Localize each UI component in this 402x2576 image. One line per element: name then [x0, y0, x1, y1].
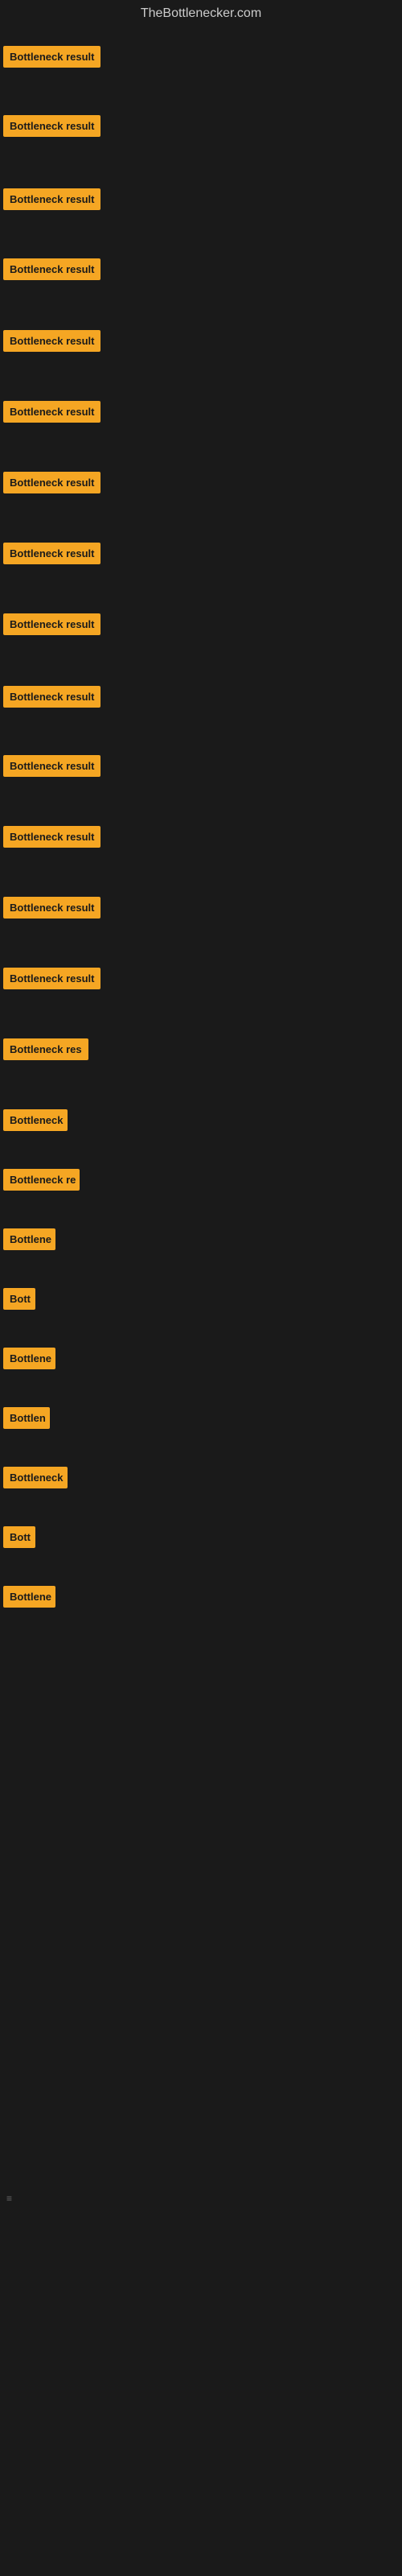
bottleneck-item: Bottleneck	[0, 1109, 402, 1135]
bottleneck-item: Bottlene	[0, 1228, 402, 1254]
bottleneck-badge[interactable]: Bottleneck result	[3, 543, 100, 564]
bottleneck-item: Bottlene	[0, 1348, 402, 1373]
bottleneck-badge[interactable]: Bott	[3, 1526, 35, 1548]
bottleneck-badge[interactable]: Bottleneck result	[3, 472, 100, 493]
bottleneck-item: Bottleneck result	[0, 897, 402, 923]
bottleneck-badge[interactable]: Bottleneck result	[3, 258, 100, 280]
bottleneck-badge[interactable]: Bottleneck result	[3, 968, 100, 989]
bottleneck-item: Bottleneck result	[0, 330, 402, 356]
bottleneck-badge[interactable]: Bottleneck result	[3, 826, 100, 848]
bottleneck-item: Bottlen	[0, 1407, 402, 1433]
bottleneck-badge[interactable]: Bottleneck result	[3, 401, 100, 423]
bottleneck-badge[interactable]: Bottlene	[3, 1228, 55, 1250]
bottleneck-badge[interactable]: Bottleneck result	[3, 46, 100, 68]
bottleneck-item: Bottleneck result	[0, 613, 402, 639]
bottleneck-item: Bottleneck result	[0, 686, 402, 712]
bottleneck-badge[interactable]: Bottleneck	[3, 1109, 68, 1131]
bottleneck-item: Bottleneck result	[0, 401, 402, 427]
bottleneck-badge[interactable]: Bottleneck result	[3, 188, 100, 210]
bottleneck-item: Bottleneck re	[0, 1169, 402, 1195]
bottleneck-badge[interactable]: Bottleneck	[3, 1467, 68, 1488]
bottleneck-badge[interactable]: Bottleneck result	[3, 613, 100, 635]
bottleneck-badge[interactable]: Bottleneck res	[3, 1038, 88, 1060]
bottleneck-item: Bottleneck	[0, 1467, 402, 1492]
bottleneck-badge[interactable]: Bottleneck result	[3, 755, 100, 777]
bottleneck-badge[interactable]: Bottleneck re	[3, 1169, 80, 1191]
bottleneck-item: Bottleneck result	[0, 46, 402, 72]
bottleneck-item: Bottleneck result	[0, 968, 402, 993]
bottleneck-item: Bottlene	[0, 1586, 402, 1612]
bottleneck-item: Bottleneck res	[0, 1038, 402, 1064]
bottleneck-badge[interactable]: Bottlene	[3, 1586, 55, 1608]
bottleneck-item: Bottleneck result	[0, 543, 402, 568]
site-title: TheBottlenecker.com	[141, 6, 261, 20]
bottleneck-item: Bott	[0, 1526, 402, 1552]
bottleneck-item: Bottleneck result	[0, 472, 402, 497]
bottleneck-badge[interactable]: Bottleneck result	[3, 897, 100, 919]
bottleneck-badge[interactable]: Bottleneck result	[3, 330, 100, 352]
bottleneck-item: Bottleneck result	[0, 755, 402, 781]
bottleneck-badge[interactable]: Bottlen	[3, 1407, 50, 1429]
bottleneck-badge[interactable]: Bott	[3, 1288, 35, 1310]
bottleneck-badge[interactable]: Bottleneck result	[3, 115, 100, 137]
bottleneck-item: Bottleneck result	[0, 826, 402, 852]
bottleneck-item: Bottleneck result	[0, 188, 402, 214]
bottleneck-badge[interactable]: Bottlene	[3, 1348, 55, 1369]
site-header: TheBottlenecker.com	[0, 0, 402, 31]
bottleneck-item: Bottleneck result	[0, 115, 402, 141]
bottleneck-item: Bott	[0, 1288, 402, 1314]
bottleneck-badge[interactable]: Bottleneck result	[3, 686, 100, 708]
small-mark: ≡	[3, 2190, 15, 2207]
bottleneck-item: Bottleneck result	[0, 258, 402, 284]
